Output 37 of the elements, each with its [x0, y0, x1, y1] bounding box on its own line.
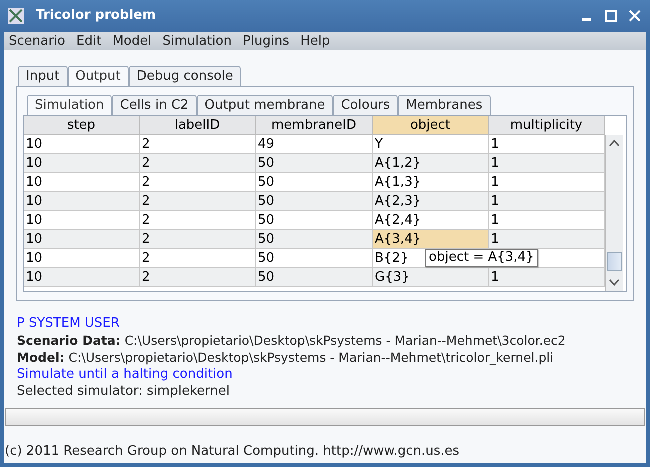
tab[interactable]: Membranes	[398, 95, 491, 115]
console-line: Scenario Data: C:\Users\propietario\Desktop\skPsystems - Marian--Mehmet\3color.ec2	[17, 332, 567, 349]
tab[interactable]: Output membrane	[196, 95, 334, 115]
close-icon[interactable]	[628, 9, 642, 23]
status-text: (c) 2011 Research Group on Natural Computing. http://www.gcn.us.es	[4, 442, 461, 460]
column-header[interactable]: multiplicity	[489, 116, 605, 135]
menu-item[interactable]: Scenario	[9, 34, 66, 48]
menu-item[interactable]: Plugins	[243, 34, 290, 48]
column-header[interactable]: labelID	[140, 116, 256, 135]
tooltip: object = A{3,4}	[425, 249, 538, 267]
tab[interactable]: Debug console	[128, 66, 242, 86]
scrollbar[interactable]	[605, 135, 623, 291]
menu-item[interactable]: Simulation	[162, 34, 232, 48]
scroll-thumb[interactable]	[607, 252, 622, 271]
console-line: P SYSTEM USER	[17, 315, 121, 332]
console-line: Simulate until a halting condition	[17, 366, 234, 383]
table-cell: A{3,4}	[373, 230, 489, 249]
tab[interactable]: Simulation	[27, 95, 112, 115]
table-cell: 50	[256, 268, 373, 287]
tab[interactable]: Input	[18, 66, 68, 86]
console-line: Selected simulator: simplekernel	[17, 383, 231, 400]
menu-item[interactable]: Edit	[76, 34, 102, 48]
menu-item[interactable]: Model	[112, 34, 152, 48]
column-header[interactable]: membraneID	[256, 116, 373, 135]
tab[interactable]: Colours	[333, 95, 398, 115]
console-line: Model: C:\Users\propietario\Desktop\skPsystems - Marian--Mehmet\tricolor_kernel.pli	[17, 349, 555, 366]
table-cell: 2	[140, 268, 256, 287]
column-header[interactable]: step	[24, 116, 140, 135]
table-cell: 10	[24, 268, 140, 287]
column-header[interactable]: object	[373, 116, 489, 135]
window-title: Tricolor problem	[36, 7, 156, 26]
menu-item[interactable]: Help	[300, 34, 330, 48]
tab[interactable]: Cells in C2	[112, 95, 197, 115]
maximize-icon[interactable]	[604, 9, 618, 23]
tab[interactable]: Output	[68, 66, 129, 86]
table-cell: G{3}	[373, 268, 489, 287]
app-icon	[8, 8, 24, 24]
